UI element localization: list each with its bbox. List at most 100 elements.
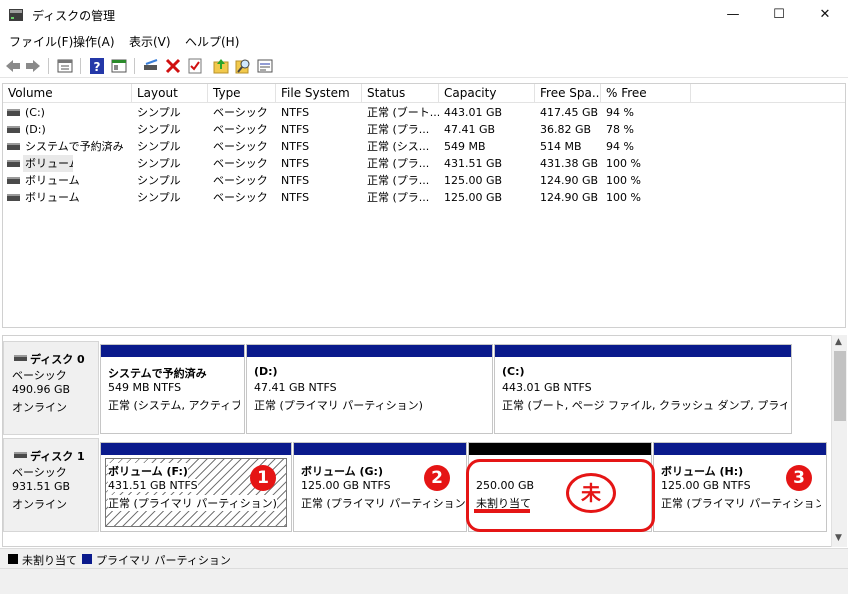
volume-status: 正常 (プラ...: [367, 174, 430, 187]
volume-layout: シンプル: [137, 106, 181, 119]
delete-icon[interactable]: [164, 57, 182, 75]
partition-bar-primary: [247, 345, 492, 357]
volume-list-header: Volume Layout Type File System Status Ca…: [3, 84, 845, 103]
partition-title: (C:): [502, 365, 525, 378]
partition-d[interactable]: (D:) 47.41 GB NTFS 正常 (プライマリ パーティション): [246, 344, 493, 434]
unallocated-underline: [474, 509, 530, 513]
volume-row[interactable]: システムで予約済み シンプル ベーシック NTFS 正常 (シス... 549 …: [3, 138, 845, 155]
volume-icon: [7, 177, 20, 184]
column-free-space[interactable]: Free Spa...: [535, 84, 601, 103]
disk-type: ベーシック: [12, 466, 67, 479]
settings-icon[interactable]: [256, 57, 274, 75]
volume-capacity: 431.51 GB: [444, 157, 503, 170]
menu-help[interactable]: ヘルプ(H): [185, 33, 239, 50]
forward-icon[interactable]: [24, 57, 42, 75]
volume-name: ボリューム: [23, 155, 73, 172]
volume-type: ベーシック: [213, 106, 268, 119]
volume-layout: シンプル: [137, 140, 181, 153]
volume-type: ベーシック: [213, 140, 268, 153]
column-status[interactable]: Status: [362, 84, 439, 103]
column-file-system[interactable]: File System: [276, 84, 362, 103]
volume-row[interactable]: ボリューム シンプル ベーシック NTFS 正常 (プラ... 431.51 G…: [3, 155, 845, 172]
window-title: ディスクの管理: [32, 9, 116, 23]
disk-0-label[interactable]: ディスク 0 ベーシック 490.96 GB オンライン: [3, 341, 99, 435]
volume-pct-free: 78 %: [606, 123, 634, 136]
toolbar: ?: [0, 54, 848, 78]
svg-text:?: ?: [94, 60, 101, 74]
connect-icon[interactable]: [142, 57, 160, 75]
check-icon[interactable]: [186, 57, 204, 75]
volume-status: 正常 (プラ...: [367, 191, 430, 204]
toolbar-separator: [48, 58, 49, 74]
column-layout[interactable]: Layout: [132, 84, 208, 103]
volume-layout: シンプル: [137, 123, 181, 136]
menu-file[interactable]: ファイル(F): [9, 33, 73, 50]
menu-view[interactable]: 表示(V): [129, 33, 171, 50]
partition-title: (D:): [254, 365, 278, 378]
scrollbar-thumb[interactable]: [834, 351, 846, 421]
volume-row[interactable]: ボリューム シンプル ベーシック NTFS 正常 (プラ... 125.00 G…: [3, 172, 845, 189]
disk-state: オンライン: [12, 498, 67, 511]
volume-name: ボリューム: [25, 174, 80, 187]
partition-bar-primary: [101, 345, 244, 357]
partition-status: 正常 (プライマリ パーティション): [301, 497, 470, 510]
help-icon[interactable]: ?: [88, 57, 106, 75]
volume-name: システムで予約済み: [25, 140, 124, 153]
column-volume[interactable]: Volume: [3, 84, 132, 103]
volume-free: 514 MB: [540, 140, 582, 153]
volume-row[interactable]: ボリューム シンプル ベーシック NTFS 正常 (プラ... 125.00 G…: [3, 189, 845, 206]
import-icon[interactable]: [212, 57, 230, 75]
disk-map-scrollbar[interactable]: ▲ ▼: [831, 335, 847, 547]
volume-list: Volume Layout Type File System Status Ca…: [2, 83, 846, 328]
scroll-down-icon[interactable]: ▼: [835, 533, 842, 543]
scroll-up-icon[interactable]: ▲: [835, 337, 842, 347]
volume-free: 124.90 GB: [540, 174, 599, 187]
menu-action[interactable]: 操作(A): [73, 33, 115, 50]
volume-capacity: 443.01 GB: [444, 106, 503, 119]
column-capacity[interactable]: Capacity: [439, 84, 535, 103]
partition-c[interactable]: (C:) 443.01 GB NTFS 正常 (ブート, ページ ファイル, ク…: [494, 344, 792, 434]
volume-status: 正常 (プラ...: [367, 157, 430, 170]
volume-capacity: 47.41 GB: [444, 123, 496, 136]
disk-map: ディスク 0 ベーシック 490.96 GB オンライン システムで予約済み 5…: [2, 335, 846, 547]
partition-bar-unallocated: [469, 443, 651, 455]
partition-title: ボリューム (H:): [661, 465, 744, 478]
volume-pct-free: 100 %: [606, 157, 641, 170]
partition-system-reserved[interactable]: システムで予約済み 549 MB NTFS 正常 (システム, アクティブ, プ: [100, 344, 245, 434]
partition-status: 正常 (ブート, ページ ファイル, クラッシュ ダンプ, プライマリ パーテ: [502, 399, 787, 412]
volume-fs: NTFS: [281, 174, 310, 187]
volume-free: 124.90 GB: [540, 191, 599, 204]
volume-free: 417.45 GB: [540, 106, 599, 119]
partition-title: ボリューム (G:): [301, 465, 383, 478]
partition-bar-primary: [495, 345, 791, 357]
volume-type: ベーシック: [213, 191, 268, 204]
back-icon[interactable]: [4, 57, 22, 75]
disk-icon: [14, 452, 27, 458]
volume-fs: NTFS: [281, 140, 310, 153]
volume-fs: NTFS: [281, 106, 310, 119]
volume-layout: シンプル: [137, 191, 181, 204]
column-type[interactable]: Type: [208, 84, 276, 103]
column-percent-free[interactable]: % Free: [601, 84, 691, 103]
search-icon[interactable]: [234, 57, 252, 75]
legend-unallocated-swatch: [8, 554, 18, 564]
volume-pct-free: 94 %: [606, 140, 634, 153]
volume-fs: NTFS: [281, 157, 310, 170]
volume-pct-free: 94 %: [606, 106, 634, 119]
volume-capacity: 125.00 GB: [444, 174, 503, 187]
disk-1-label[interactable]: ディスク 1 ベーシック 931.51 GB オンライン: [3, 438, 99, 532]
close-button[interactable]: ✕: [802, 0, 848, 30]
partition-bar-primary: [294, 443, 466, 455]
properties-icon[interactable]: [56, 57, 74, 75]
partition-status: 正常 (プライマリ パーティション): [661, 497, 821, 510]
volume-row[interactable]: (C:) シンプル ベーシック NTFS 正常 (ブート... 443.01 G…: [3, 104, 845, 121]
menu-bar: ファイル(F) 操作(A) 表示(V) ヘルプ(H): [0, 30, 848, 52]
partition-title: システムで予約済み: [108, 367, 207, 380]
show-hide-icon[interactable]: [110, 57, 128, 75]
disk-size: 931.51 GB: [12, 480, 71, 493]
annotation-badge-1: 1: [250, 465, 276, 491]
maximize-button[interactable]: ☐: [756, 0, 802, 30]
minimize-button[interactable]: —: [710, 0, 756, 30]
volume-row[interactable]: (D:) シンプル ベーシック NTFS 正常 (プラ... 47.41 GB …: [3, 121, 845, 138]
volume-free: 431.38 GB: [540, 157, 599, 170]
